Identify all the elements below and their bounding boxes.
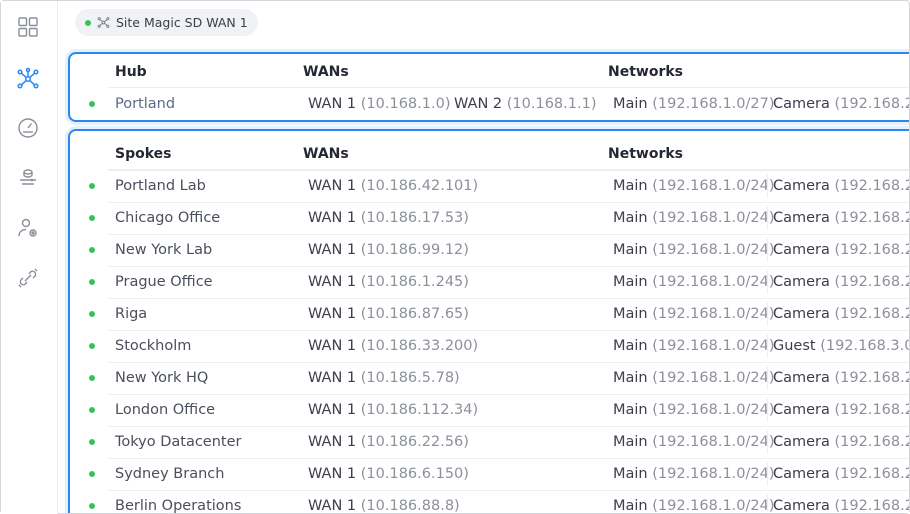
site-chip[interactable]: Site Magic SD WAN 1	[75, 9, 258, 36]
network-cell: Main (192.168.1.0/24)	[613, 338, 775, 354]
wan-cell: WAN 1 (10.186.33.200)	[308, 338, 479, 354]
spokes-header-row: Spokes WANs Networks	[70, 138, 909, 170]
status-dot	[85, 19, 91, 26]
status-dot	[89, 439, 95, 445]
network-cell: Main (192.168.1.0/24)	[613, 210, 775, 226]
network-cell: Guest (192.168.3.0/	[773, 338, 909, 354]
spoke-name[interactable]: Prague Office	[115, 266, 213, 298]
site-name: Site Magic SD WAN 1	[116, 15, 248, 30]
wan-cell: WAN 1 (10.186.42.101)	[308, 178, 479, 194]
sidebar-nav	[1, 1, 58, 514]
network-cell: Main (192.168.1.0/24)	[613, 274, 775, 290]
spoke-name[interactable]: Chicago Office	[115, 202, 220, 234]
spoke-name[interactable]: Riga	[115, 298, 147, 330]
network-cell: Main (192.168.1.0/24)	[613, 306, 775, 322]
table-row[interactable]: Berlin Operations WAN 1 (10.186.88.8) Main…	[70, 490, 909, 513]
device-stack-icon[interactable]	[15, 164, 41, 190]
wan-cell: WAN 1 (10.186.6.150)	[308, 466, 469, 482]
hub-column-header: Hub	[115, 64, 147, 80]
network-cell: Camera (192.168.2.0	[773, 434, 909, 450]
network-cell: Main (192.168.1.0/24)	[613, 466, 775, 482]
status-dot	[89, 247, 95, 253]
network-cell: Main (192.168.1.0/24)	[613, 402, 775, 418]
wan-cell: WAN 1 (10.186.5.78)	[308, 370, 460, 386]
network-cell: Main (192.168.1.0/27)	[613, 96, 775, 112]
network-cell: Camera (192.168.2.0	[773, 210, 909, 226]
spokes-column-header: Spokes	[115, 146, 172, 162]
table-row[interactable]: Sydney Branch WAN 1 (10.186.6.150) Main (1…	[70, 458, 909, 490]
wan-cell: WAN 1 (10.186.88.8)	[308, 498, 460, 513]
status-dot	[89, 343, 95, 349]
spoke-name[interactable]: London Office	[115, 394, 215, 426]
table-row[interactable]: New York HQ WAN 1 (10.186.5.78) Main (192.…	[70, 362, 909, 394]
network-cell: Main (192.168.1.0/24)	[613, 370, 775, 386]
main-content: Site Magic SD WAN 1 Hub WANs Networks Po…	[58, 1, 909, 513]
wan-cell: WAN 1 (10.186.1.245)	[308, 274, 469, 290]
status-dot	[89, 215, 95, 221]
hub-name[interactable]: Portland	[115, 88, 175, 120]
status-dot	[89, 311, 95, 317]
status-dot	[89, 375, 95, 381]
table-row[interactable]: London Office WAN 1 (10.186.112.34) Main (…	[70, 394, 909, 426]
network-cell: Main (192.168.1.0/24)	[613, 434, 775, 450]
spoke-name[interactable]: Sydney Branch	[115, 458, 224, 490]
network-cell: Main (192.168.1.0/24)	[613, 498, 775, 513]
table-row[interactable]: Riga WAN 1 (10.186.87.65) Main (192.168.1.…	[70, 298, 909, 330]
spoke-name[interactable]: Portland Lab	[115, 170, 206, 202]
wan-cell: WAN 1 (10.168.1.0)	[308, 96, 451, 112]
network-cell: Camera (192.168.2.0	[773, 96, 909, 112]
status-dot	[89, 101, 95, 107]
link-icon[interactable]	[15, 265, 41, 291]
status-dot	[89, 407, 95, 413]
wans-column-header: WANs	[303, 64, 349, 80]
network-cell: Main (192.168.1.0/24)	[613, 178, 775, 194]
spoke-name[interactable]: New York Lab	[115, 234, 212, 266]
wan-cell: WAN 1 (10.186.99.12)	[308, 242, 469, 258]
status-dot	[89, 183, 95, 189]
hub-header-row: Hub WANs Networks	[70, 56, 909, 88]
status-dot	[89, 503, 95, 509]
user-settings-icon[interactable]	[15, 215, 41, 241]
spoke-name[interactable]: Stockholm	[115, 330, 191, 362]
topology-icon[interactable]	[15, 66, 41, 92]
hub-card: Hub WANs Networks Portland WAN 1 (10.168…	[68, 52, 909, 122]
table-row[interactable]: Tokyo Datacenter WAN 1 (10.186.22.56) Main…	[70, 426, 909, 458]
network-cell: Camera (192.168.2.0	[773, 178, 909, 194]
status-dot	[89, 279, 95, 285]
spoke-name[interactable]: Berlin Operations	[115, 490, 241, 513]
network-cell: Camera (192.168.2.0	[773, 370, 909, 386]
networks-column-header: Networks	[608, 146, 684, 162]
table-row[interactable]: Stockholm WAN 1 (10.186.33.200) Main (192.…	[70, 330, 909, 362]
wan-cell: WAN 1 (10.186.17.53)	[308, 210, 469, 226]
table-row[interactable]: Chicago Office WAN 1 (10.186.17.53) Main (…	[70, 202, 909, 234]
network-cell: Camera (192.168.2.0	[773, 242, 909, 258]
status-dot	[89, 471, 95, 477]
network-cell: Camera (192.168.2.0	[773, 274, 909, 290]
table-row[interactable]: New York Lab WAN 1 (10.186.99.12) Main (19…	[70, 234, 909, 266]
topology-icon	[97, 17, 110, 28]
network-cell: Camera (192.168.2.0	[773, 306, 909, 322]
spoke-name[interactable]: Tokyo Datacenter	[115, 426, 241, 458]
speedometer-icon[interactable]	[15, 115, 41, 141]
hub-row[interactable]: Portland WAN 1 (10.168.1.0) WAN 2 (10.16…	[70, 88, 909, 120]
wan-cell: WAN 1 (10.186.22.56)	[308, 434, 469, 450]
wan-cell: WAN 2 (10.168.1.1)	[454, 96, 597, 112]
wan-cell: WAN 1 (10.186.87.65)	[308, 306, 469, 322]
network-cell: Camera (192.168.2.0	[773, 498, 909, 513]
spokes-card: Spokes WANs Networks Portland Lab WAN 1 (…	[68, 129, 909, 513]
table-row[interactable]: Prague Office WAN 1 (10.186.1.245) Main (1…	[70, 266, 909, 298]
wan-cell: WAN 1 (10.186.112.34)	[308, 402, 479, 418]
table-row[interactable]: Portland Lab WAN 1 (10.186.42.101) Main (1…	[70, 170, 909, 202]
network-cell: Camera (192.168.2.0	[773, 402, 909, 418]
network-cell: Camera (192.168.2.0	[773, 466, 909, 482]
wans-column-header: WANs	[303, 146, 349, 162]
grid-icon[interactable]	[15, 14, 41, 40]
spoke-name[interactable]: New York HQ	[115, 362, 208, 394]
network-cell: Main (192.168.1.0/24)	[613, 242, 775, 258]
networks-column-header: Networks	[608, 64, 684, 80]
